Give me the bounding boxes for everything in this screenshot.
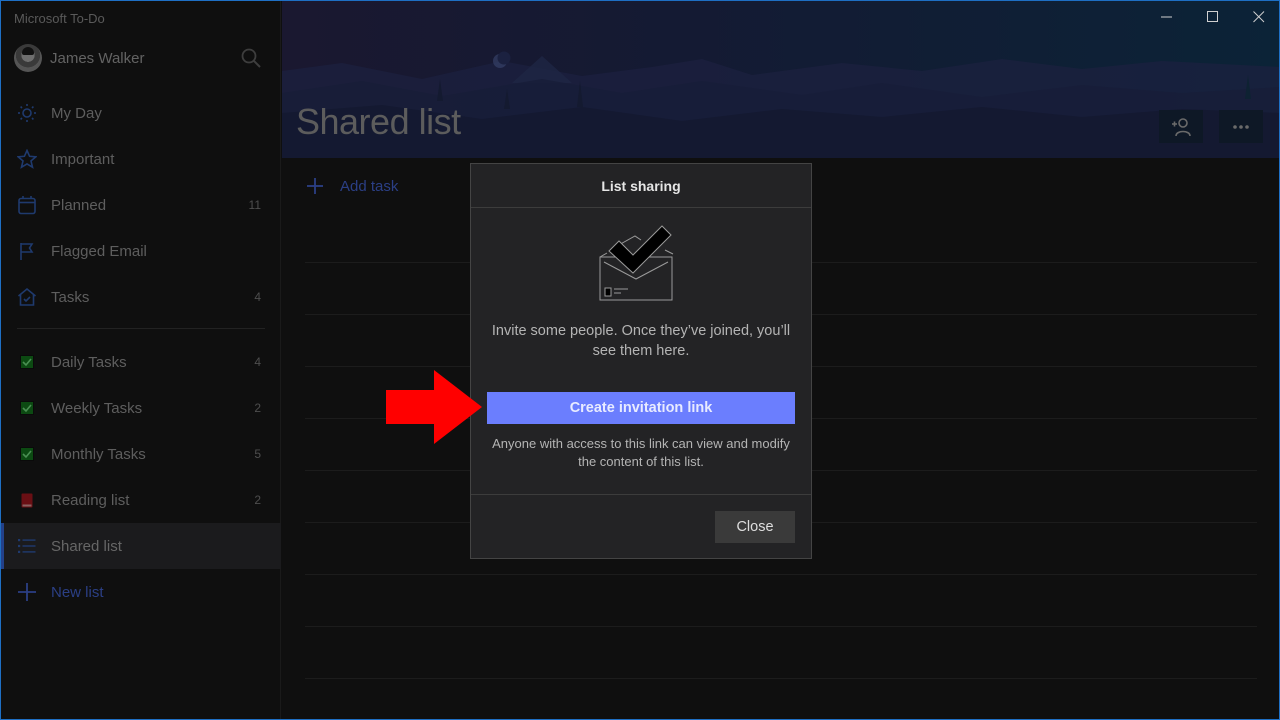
sidebar-item-label: Important	[51, 150, 115, 168]
sidebar-item-monthly-tasks[interactable]: Monthly Tasks 5	[1, 431, 281, 477]
sidebar-item-label: Flagged Email	[51, 242, 147, 260]
flag-icon	[17, 241, 37, 261]
home-icon	[17, 287, 37, 307]
add-person-icon	[1172, 117, 1191, 136]
item-count: 11	[248, 198, 261, 212]
list-sharing-dialog: List sharing Invite some people. Once th…	[470, 163, 812, 559]
app-title: Microsoft To-Do	[14, 11, 105, 26]
sidebar-item-label: Tasks	[51, 288, 90, 306]
sidebar-item-my-day[interactable]: My Day	[1, 90, 281, 136]
maximize-button[interactable]	[1198, 7, 1228, 27]
share-list-button[interactable]	[1159, 110, 1203, 143]
sidebar-divider	[17, 328, 265, 329]
red-arrow-annotation-icon	[386, 370, 482, 444]
sidebar-item-label: My Day	[51, 104, 102, 122]
book-icon	[17, 490, 37, 510]
sidebar-item-important[interactable]: Important	[1, 136, 281, 182]
sidebar-item-label: Monthly Tasks	[51, 445, 146, 463]
sidebar-item-daily-tasks[interactable]: Daily Tasks 4	[1, 339, 281, 385]
green-check-icon	[17, 444, 37, 464]
profile-name[interactable]: James Walker	[50, 50, 144, 67]
page-title: Shared list	[296, 101, 461, 142]
envelope-checkmark-icon	[599, 225, 674, 301]
sidebar-item-tasks[interactable]: Tasks 4	[1, 274, 281, 320]
more-icon	[1233, 124, 1249, 129]
maximize-icon	[1207, 11, 1218, 22]
sidebar-item-label: Reading list	[51, 491, 130, 509]
new-list-button[interactable]: New list	[1, 569, 281, 615]
add-task-button[interactable]: Add task	[306, 173, 398, 199]
dialog-note: Anyone with access to this link can view…	[492, 436, 790, 469]
new-list-label: New list	[51, 583, 104, 601]
item-count: 5	[254, 447, 261, 461]
add-task-label: Add task	[340, 177, 399, 195]
sidebar-item-label: Daily Tasks	[51, 353, 127, 371]
dialog-message: Invite some people. Once they’ve joined,…	[491, 323, 791, 359]
green-check-icon	[17, 352, 37, 372]
calendar-icon	[17, 195, 37, 215]
close-window-button[interactable]	[1244, 7, 1274, 27]
sidebar-nav: My Day Important Planned 11 Flagged Emai…	[1, 90, 281, 615]
close-dialog-button[interactable]: Close	[715, 511, 795, 543]
sidebar-item-weekly-tasks[interactable]: Weekly Tasks 2	[1, 385, 281, 431]
list-header-background: Shared list	[282, 1, 1279, 158]
green-check-icon	[17, 398, 37, 418]
sidebar-item-reading-list[interactable]: Reading list 2	[1, 477, 281, 523]
item-count: 4	[254, 355, 261, 369]
dialog-title: List sharing	[471, 164, 811, 208]
item-count: 2	[254, 493, 261, 507]
close-icon	[1253, 11, 1265, 23]
item-count: 4	[254, 290, 261, 304]
list-icon	[17, 536, 37, 556]
plus-icon	[307, 178, 323, 194]
minimize-button[interactable]	[1152, 7, 1182, 27]
empty-task-row	[305, 575, 1257, 627]
sidebar-item-label: Weekly Tasks	[51, 399, 143, 417]
app-window: Microsoft To-Do James Walker My Day Impo…	[0, 0, 1280, 720]
star-icon	[17, 149, 37, 169]
sidebar-item-shared-list[interactable]: Shared list	[1, 523, 281, 569]
plus-icon	[17, 582, 37, 602]
avatar[interactable]	[14, 44, 42, 72]
more-options-button[interactable]	[1219, 110, 1263, 143]
create-invitation-link-button[interactable]: Create invitation link	[487, 392, 795, 424]
empty-task-row	[305, 627, 1257, 679]
minimize-icon	[1161, 16, 1172, 18]
sidebar: Microsoft To-Do James Walker My Day Impo…	[1, 1, 281, 719]
dialog-footer: Close	[471, 494, 811, 559]
sidebar-item-label: Planned	[51, 196, 107, 214]
sidebar-item-planned[interactable]: Planned 11	[1, 182, 281, 228]
search-icon[interactable]	[240, 47, 262, 69]
sun-icon	[17, 103, 37, 123]
sidebar-item-flagged-email[interactable]: Flagged Email	[1, 228, 281, 274]
profile[interactable]: James Walker	[14, 43, 274, 73]
sidebar-item-label: Shared list	[51, 537, 122, 555]
item-count: 2	[254, 401, 261, 415]
